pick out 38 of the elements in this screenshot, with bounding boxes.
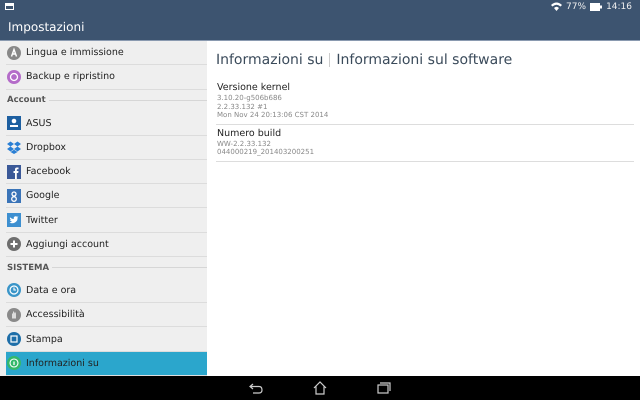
account-icon — [7, 116, 21, 130]
settings-item[interactable]: Facebook — [6, 160, 207, 184]
settings-item[interactable]: Data e ora — [6, 278, 207, 304]
settings-item[interactable]: Dropbox — [6, 136, 207, 160]
battery-percent: 77% — [566, 2, 586, 12]
battery-icon — [590, 2, 602, 10]
home-icon[interactable] — [313, 381, 327, 395]
dropbox-icon — [7, 140, 21, 154]
letter-circle-icon — [7, 46, 21, 60]
clock-icon — [7, 283, 21, 298]
clock: 14:16 — [606, 2, 632, 12]
settings-item[interactable]: Lingua e immissione — [6, 41, 207, 66]
screen-title: Impostazioni — [8, 20, 84, 34]
settings-item[interactable]: Accessibilità — [6, 303, 207, 328]
back-icon[interactable] — [249, 382, 263, 394]
settings-item[interactable]: Informazioni su — [6, 352, 207, 376]
settings-item[interactable]: ASUS — [6, 111, 207, 136]
settings-item[interactable]: Google — [6, 184, 207, 208]
hand-icon — [7, 308, 21, 322]
breadcrumb-title: Informazioni sul software — [336, 52, 512, 68]
plus-icon — [7, 237, 21, 252]
google-icon — [7, 188, 21, 203]
wifi-icon — [551, 2, 562, 11]
entry-title: Versione kernel — [217, 82, 292, 94]
section-header: Account — [7, 95, 46, 106]
print-icon — [7, 332, 21, 346]
recent-apps-icon[interactable] — [377, 382, 391, 394]
breadcrumb-title: Informazioni su — [216, 52, 324, 68]
info-icon — [7, 356, 21, 370]
settings-item[interactable]: Twitter — [6, 208, 207, 233]
bird-icon — [7, 213, 21, 228]
backup-icon — [7, 70, 21, 84]
notification-icon — [5, 3, 14, 10]
section-header: SISTEMA — [7, 262, 50, 273]
facebook-icon — [7, 164, 21, 179]
entry-title: Numero build — [217, 128, 282, 140]
settings-item[interactable]: Backup e ripristino — [6, 65, 207, 90]
settings-item[interactable]: Aggiungi account — [6, 232, 207, 258]
